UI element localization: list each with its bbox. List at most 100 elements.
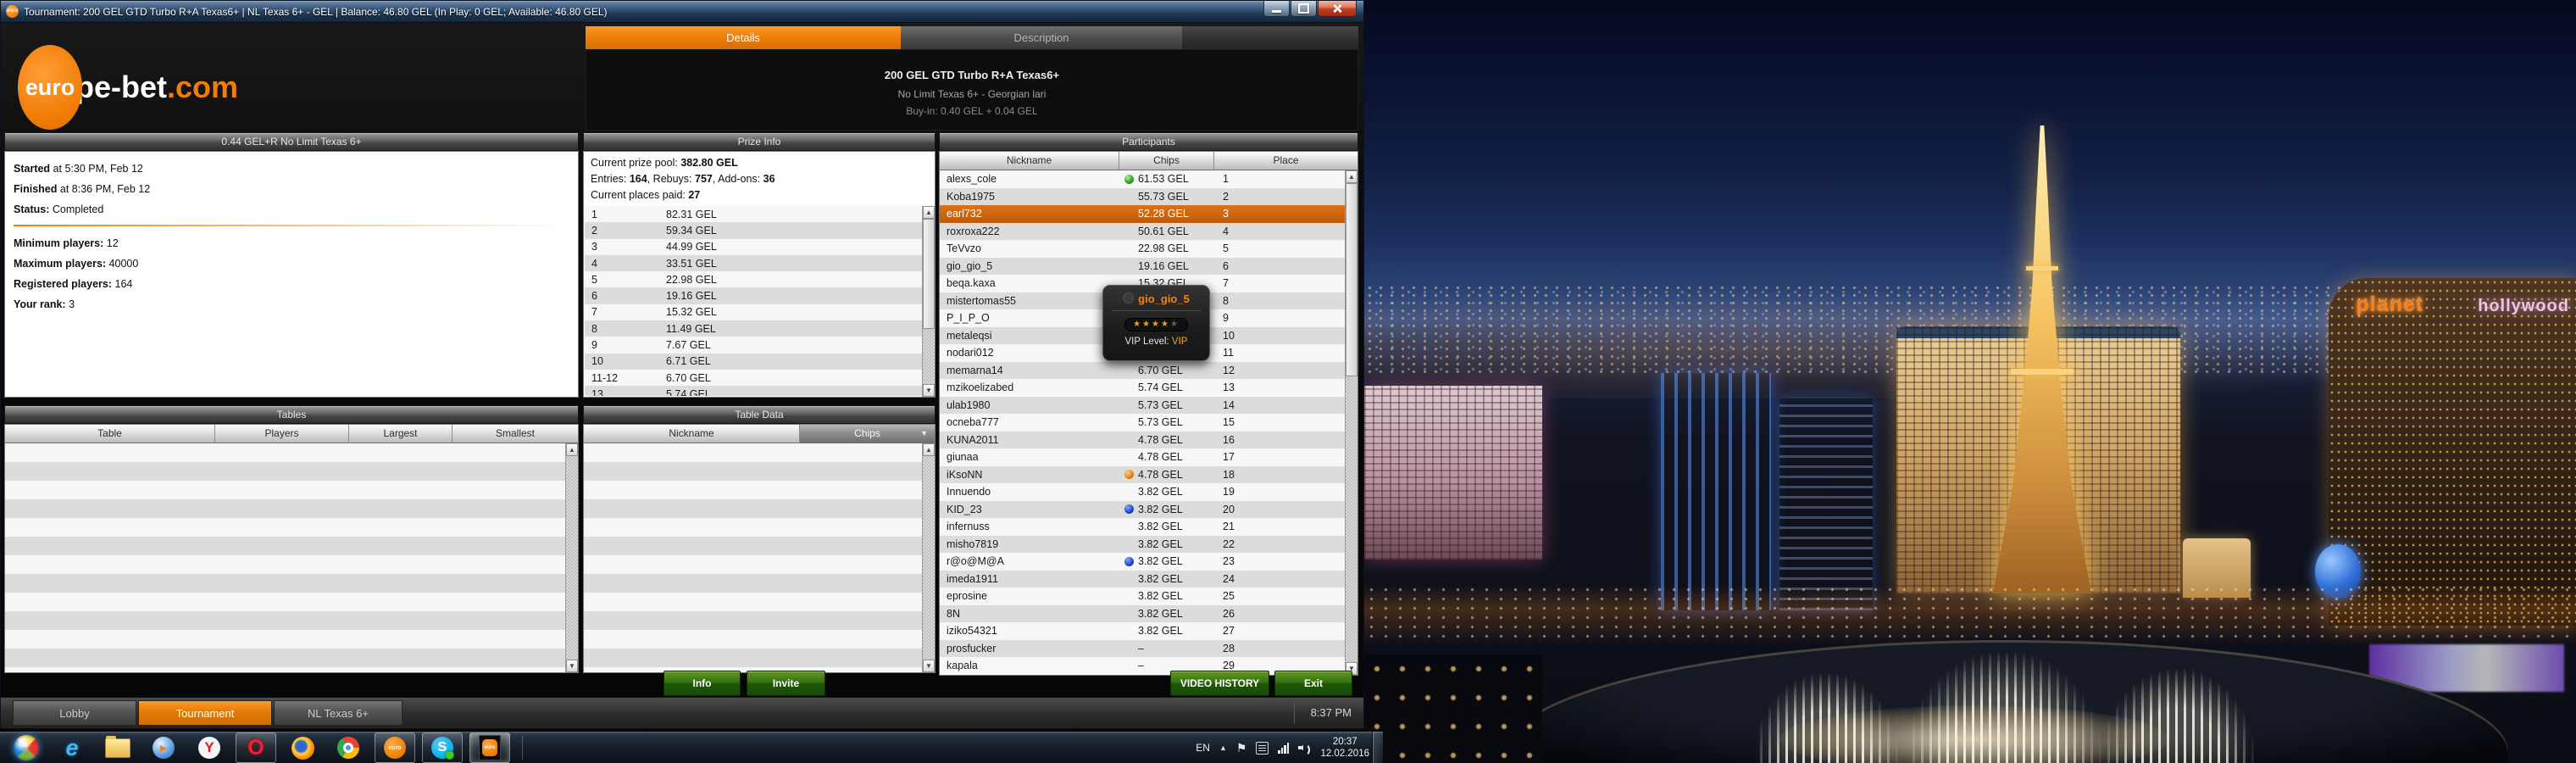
column-place[interactable]: Place: [1214, 152, 1358, 170]
taskbar-skype[interactable]: S: [422, 732, 463, 763]
restore-button[interactable]: [1291, 1, 1317, 17]
start-button[interactable]: [7, 733, 46, 762]
scroll-up-arrow[interactable]: ▲: [1346, 170, 1357, 183]
minimize-button[interactable]: [1263, 1, 1290, 17]
participant-row[interactable]: ulab1980 5.73 GEL 14: [940, 397, 1346, 415]
volume-icon[interactable]: [1298, 743, 1311, 754]
payout-row[interactable]: 6 19.16 GEL: [585, 287, 934, 304]
participant-nickname: Koba1975: [940, 191, 1119, 203]
payout-row[interactable]: 4 33.51 GEL: [585, 255, 934, 271]
scroll-thumb[interactable]: [923, 219, 935, 329]
payout-row[interactable]: 1 82.31 GEL: [585, 206, 934, 222]
show-desktop-button[interactable]: [1373, 732, 1383, 763]
taskbar-internet-explorer[interactable]: e: [53, 733, 92, 762]
tab-lobby[interactable]: Lobby: [13, 700, 136, 726]
payout-row[interactable]: 10 6.71 GEL: [585, 354, 934, 370]
column-largest[interactable]: Largest: [349, 425, 452, 443]
participant-row[interactable]: prosfucker – 28: [940, 640, 1346, 658]
participant-row[interactable]: giunaa 4.78 GEL 17: [940, 448, 1346, 466]
participant-row[interactable]: eprosine 3.82 GEL 25: [940, 588, 1346, 605]
payout-row[interactable]: 3 44.99 GEL: [585, 239, 934, 255]
payout-row[interactable]: 9 7.67 GEL: [585, 337, 934, 353]
video-history-button[interactable]: VIDEO HISTORY: [1170, 671, 1269, 696]
tabledata-empty-list: [584, 443, 922, 672]
network-signal-icon[interactable]: [1278, 743, 1289, 754]
tables-scrollbar[interactable]: ▲ ▼: [565, 443, 578, 672]
column-chips[interactable]: Chips: [1119, 152, 1214, 170]
column-smallest[interactable]: Smallest: [452, 425, 579, 443]
taskbar-europebet-setup[interactable]: euro: [375, 732, 415, 763]
participants-list[interactable]: alexs_cole 61.53 GEL 1 Koba1975: [940, 170, 1346, 675]
taskbar-firefox[interactable]: [283, 733, 322, 762]
participant-nickname: mistertomas55: [940, 295, 1119, 307]
column-chips-sorted[interactable]: Chips▼: [800, 425, 935, 443]
participant-row[interactable]: Innuendo 3.82 GEL 19: [940, 483, 1346, 501]
participant-row[interactable]: iziko54321 3.82 GEL 27: [940, 622, 1346, 640]
scroll-down-arrow[interactable]: ▼: [923, 384, 935, 397]
participant-place: 16: [1214, 434, 1346, 446]
participant-row[interactable]: TeVvzo 22.98 GEL 5: [940, 240, 1346, 258]
scroll-up-arrow[interactable]: ▲: [923, 443, 935, 456]
participants-scrollbar[interactable]: ▲ ▼: [1345, 170, 1357, 675]
scroll-thumb[interactable]: [1346, 183, 1357, 376]
taskbar-windows-explorer[interactable]: [98, 733, 137, 762]
column-nickname[interactable]: Nickname: [940, 152, 1119, 170]
participant-row[interactable]: roxroxa222 50.61 GEL 4: [940, 223, 1346, 241]
participant-row[interactable]: misho7819 3.82 GEL 22: [940, 536, 1346, 554]
info-button[interactable]: Info: [663, 671, 741, 696]
participant-row[interactable]: imeda1911 3.82 GEL 24: [940, 571, 1346, 588]
payout-row[interactable]: 2 59.34 GEL: [585, 222, 934, 238]
clock[interactable]: 20:37 12.02.2016: [1320, 736, 1369, 760]
tab-details[interactable]: Details: [586, 26, 901, 49]
participant-row[interactable]: iKsoNN 4.78 GEL 18: [940, 466, 1346, 484]
participant-row[interactable]: KID_23 3.82 GEL 20: [940, 501, 1346, 519]
scroll-up-arrow[interactable]: ▲: [566, 443, 578, 456]
column-players[interactable]: Players: [215, 425, 349, 443]
column-nickname[interactable]: Nickname: [584, 425, 800, 443]
taskbar-chrome[interactable]: [329, 733, 368, 762]
taskbar-media-player[interactable]: ▶: [144, 733, 183, 762]
column-table[interactable]: Table: [5, 425, 215, 443]
exit-button[interactable]: Exit: [1274, 671, 1352, 696]
flamingo-hotel: [1364, 386, 1542, 560]
tab-nl-texas[interactable]: NL Texas 6+: [274, 700, 402, 726]
action-center-flag-icon[interactable]: ⚑: [1236, 741, 1247, 755]
info-top-lines: Started at 5:30 PM, Feb 12Finished at 8:…: [5, 152, 578, 220]
language-indicator[interactable]: EN: [1196, 742, 1210, 754]
participant-chips: 55.73 GEL: [1138, 191, 1189, 203]
prize-scrollbar[interactable]: ▲ ▼: [922, 206, 935, 397]
participant-row[interactable]: alexs_cole 61.53 GEL 1: [940, 170, 1346, 188]
taskbar-yandex[interactable]: Y: [190, 733, 229, 762]
scroll-down-arrow[interactable]: ▼: [923, 660, 935, 672]
scroll-up-arrow[interactable]: ▲: [923, 206, 935, 219]
participant-row[interactable]: memarna14 6.70 GEL 12: [940, 362, 1346, 380]
participant-row[interactable]: Koba1975 55.73 GEL 2: [940, 188, 1346, 206]
participant-row[interactable]: infernuss 3.82 GEL 21: [940, 518, 1346, 536]
participant-row[interactable]: ocneba777 5.73 GEL 15: [940, 414, 1346, 432]
payout-row[interactable]: 8 11.49 GEL: [585, 320, 934, 337]
participant-row[interactable]: gio_gio_5 19.16 GEL 6: [940, 258, 1346, 276]
scroll-down-arrow[interactable]: ▼: [566, 660, 578, 672]
participant-row[interactable]: earl732 52.28 GEL 3: [940, 205, 1346, 223]
tab-tournament[interactable]: Tournament: [138, 700, 272, 726]
participant-row[interactable]: KUNA2011 4.78 GEL 16: [940, 432, 1346, 449]
app-icon: euro: [6, 5, 19, 18]
payout-row[interactable]: 11-12 6.70 GEL: [585, 370, 934, 386]
taskbar-europebet-client[interactable]: euro: [469, 732, 510, 763]
participant-row[interactable]: mzikoelizabed 5.74 GEL 13: [940, 379, 1346, 397]
payout-row[interactable]: 13 5.74 GEL: [585, 386, 934, 396]
bellagio-fountains: [1644, 653, 2288, 763]
participant-row[interactable]: 8N 3.82 GEL 26: [940, 605, 1346, 623]
payout-list[interactable]: 1 82.31 GEL 2 59.34 GEL 3 44.99 GEL: [585, 206, 934, 396]
tab-description[interactable]: Description: [901, 26, 1182, 49]
hidden-icons-arrow[interactable]: ▲: [1219, 744, 1227, 752]
window-titlebar[interactable]: euro Tournament: 200 GEL GTD Turbo R+A T…: [1, 1, 1363, 23]
payout-row[interactable]: 7 15.32 GEL: [585, 304, 934, 320]
invite-button[interactable]: Invite: [747, 671, 825, 696]
tabledata-scrollbar[interactable]: ▲ ▼: [922, 443, 935, 672]
close-button[interactable]: [1318, 1, 1357, 17]
scheduler-icon[interactable]: [1256, 742, 1269, 755]
payout-row[interactable]: 5 22.98 GEL: [585, 271, 934, 287]
participant-row[interactable]: r@o@M@A 3.82 GEL 23: [940, 553, 1346, 571]
taskbar-opera[interactable]: O: [236, 732, 276, 763]
